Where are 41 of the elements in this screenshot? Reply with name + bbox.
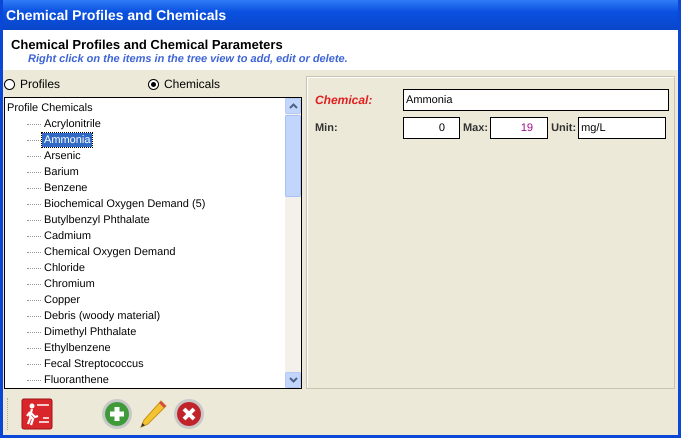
add-icon[interactable] [101, 398, 133, 430]
chemical-field[interactable]: Ammonia [403, 89, 669, 111]
scroll-down-button[interactable] [285, 372, 301, 388]
pencil-icon[interactable] [137, 398, 169, 430]
scroll-thumb[interactable] [285, 115, 301, 197]
tree-item[interactable]: Dimethyl Phthalate [42, 325, 138, 339]
unit-field[interactable]: mg/L [578, 117, 666, 139]
unit-label: Unit: [550, 122, 578, 134]
tree-item[interactable]: Chemical Oxygen Demand [42, 245, 178, 259]
scroll-up-button[interactable] [285, 98, 301, 114]
scrollbar[interactable] [285, 98, 301, 388]
tree-item[interactable]: Barium [42, 165, 81, 179]
tree-item[interactable]: Copper [42, 293, 82, 307]
tree-item[interactable]: Biochemical Oxygen Demand (5) [42, 197, 208, 211]
max-field[interactable]: 19 [490, 117, 548, 139]
max-label: Max: [462, 122, 490, 134]
hint-text: Right click on the items in the tree view to add, edit or delete. [27, 53, 349, 65]
down-caret-icon [288, 377, 298, 383]
up-caret-icon [288, 103, 298, 109]
tree-item[interactable]: Chloride [42, 261, 87, 275]
tree-item[interactable]: Benzene [42, 181, 90, 195]
delete-icon[interactable] [173, 398, 205, 430]
chemical-label: Chemical: [315, 93, 374, 107]
tree-item[interactable]: Chromium [42, 277, 97, 291]
min-field[interactable]: 0 [403, 117, 460, 139]
tree-item[interactable]: Ammonia [42, 133, 92, 147]
window-title: Chemical Profiles and Chemicals [6, 7, 226, 23]
min-label: Min: [315, 122, 339, 134]
tree-item[interactable]: Acrylonitrile [42, 117, 103, 131]
tree-root[interactable]: Profile Chemicals [5, 101, 95, 115]
tree-item[interactable]: Ethylbenzene [42, 341, 113, 355]
tree-item[interactable]: Cadmium [42, 229, 94, 243]
view-radio[interactable]: Profiles [4, 77, 148, 91]
tree-item[interactable]: Arsenic [42, 149, 83, 163]
tree-item[interactable]: Butylbenzyl Phthalate [42, 213, 152, 227]
tree-item[interactable]: Debris (woody material) [42, 309, 162, 323]
tree-item[interactable]: Fluoranthene [42, 373, 111, 387]
view-radio[interactable]: Chemicals [148, 77, 292, 91]
tree-item[interactable]: Fecal Streptococcus [42, 357, 146, 371]
header-title: Chemical Profiles and Chemical Parameters [11, 37, 284, 52]
exit-icon[interactable] [21, 398, 53, 430]
